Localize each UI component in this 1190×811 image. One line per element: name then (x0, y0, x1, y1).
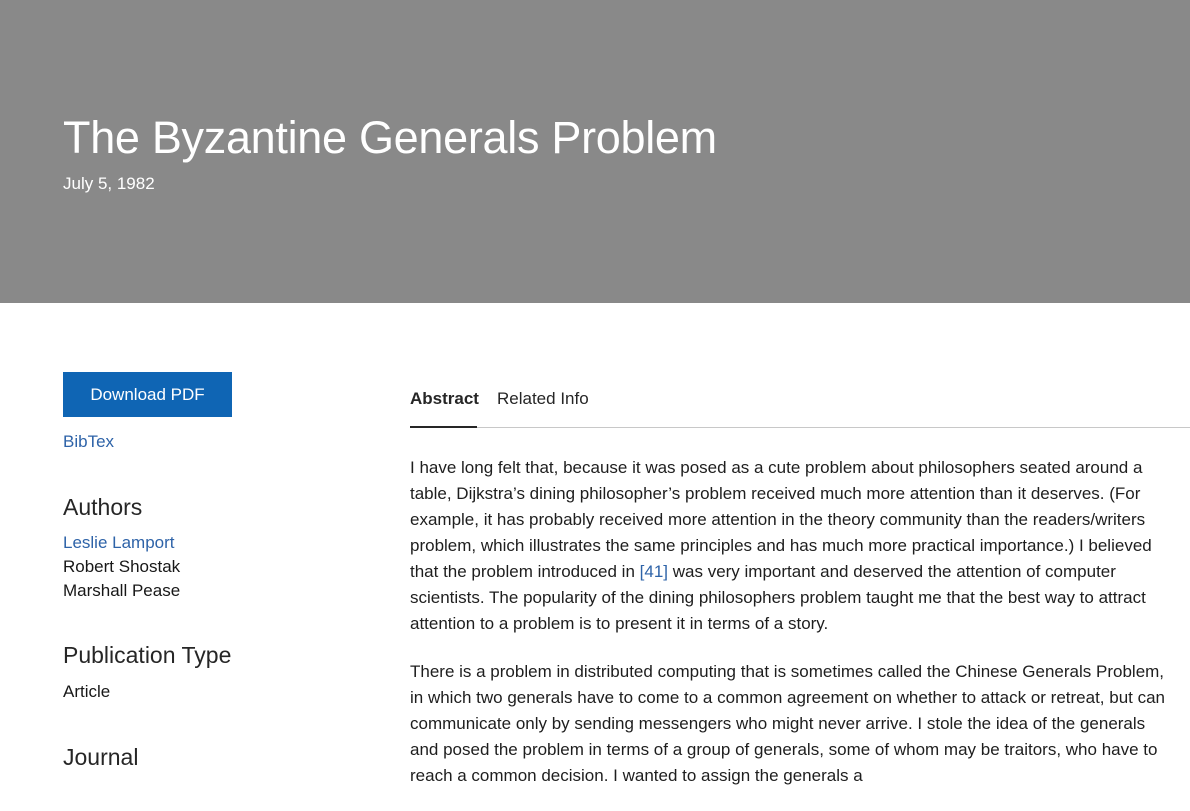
author-name: Robert Shostak (63, 557, 181, 576)
active-tab-indicator (410, 426, 477, 428)
author-name: Marshall Pease (63, 581, 181, 600)
sidebar: Download PDF BibTex Authors Leslie Lampo… (63, 372, 323, 770)
bibtex-link[interactable]: BibTex (63, 432, 114, 452)
reference-link-41[interactable]: [41] (640, 562, 668, 581)
publication-type-value: Article (63, 682, 111, 701)
publication-type-heading: Publication Type (63, 642, 232, 668)
authors-heading: Authors (63, 494, 143, 520)
tab-related-info[interactable]: Related Info (497, 389, 589, 409)
journal-heading: Journal (63, 744, 139, 770)
publication-date: July 5, 1982 (63, 174, 155, 193)
abstract-text: I have long felt that, because it was po… (410, 455, 1170, 811)
author-link-leslie-lamport[interactable]: Leslie Lamport (63, 531, 175, 555)
abstract-paragraph: There is a problem in distributed comput… (410, 662, 1166, 785)
tab-abstract[interactable]: Abstract (410, 389, 479, 409)
content-tabs: Abstract Related Info (410, 383, 1190, 428)
tab-related-info-label: Related Info (497, 389, 589, 408)
abstract-paragraph: I have long felt that, because it was po… (410, 455, 1170, 637)
download-pdf-button[interactable]: Download PDF (63, 372, 232, 417)
tab-abstract-label: Abstract (410, 389, 479, 408)
page-header: The Byzantine Generals Problem July 5, 1… (0, 0, 1190, 303)
page-title: The Byzantine Generals Problem (63, 112, 717, 163)
